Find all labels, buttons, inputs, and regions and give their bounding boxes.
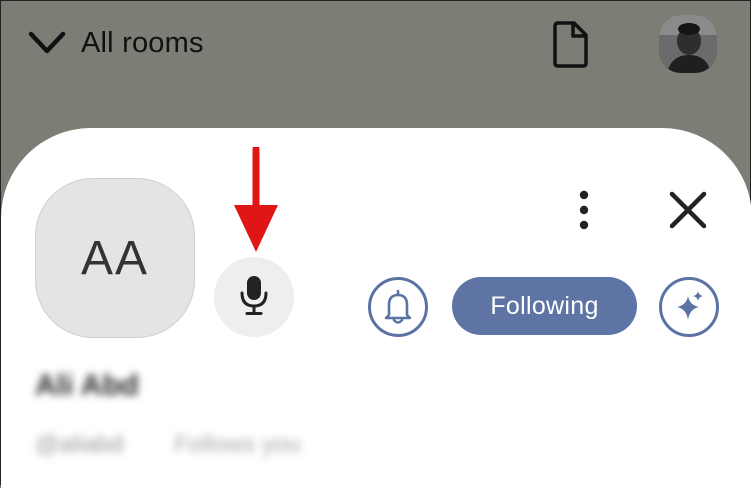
- all-rooms-label: All rooms: [81, 26, 204, 59]
- sparkles-icon: [677, 291, 703, 320]
- bell-icon: [384, 289, 412, 324]
- close-button[interactable]: [665, 187, 711, 233]
- document-icon[interactable]: [549, 21, 591, 69]
- close-icon: [669, 191, 707, 229]
- top-bar: All rooms: [1, 1, 751, 91]
- following-button[interactable]: Following: [452, 277, 637, 335]
- user-avatar[interactable]: [659, 15, 717, 73]
- profile-initials: AA: [80, 231, 150, 285]
- annotation-arrow: [234, 147, 278, 252]
- all-rooms-button[interactable]: All rooms: [25, 23, 204, 63]
- follows-you-label: Follows you: [174, 431, 301, 458]
- profile-avatar[interactable]: AA: [35, 178, 195, 338]
- more-options-button[interactable]: [567, 187, 601, 233]
- notifications-button[interactable]: [368, 277, 428, 337]
- microphone-button[interactable]: [214, 257, 294, 337]
- more-vertical-icon: [579, 190, 589, 230]
- profile-username: @aliabd: [35, 431, 124, 458]
- chevron-down-icon: [25, 23, 69, 63]
- microphone-icon: [239, 274, 269, 321]
- sparkle-button[interactable]: [659, 277, 719, 337]
- profile-display-name: Ali Abd: [35, 369, 139, 402]
